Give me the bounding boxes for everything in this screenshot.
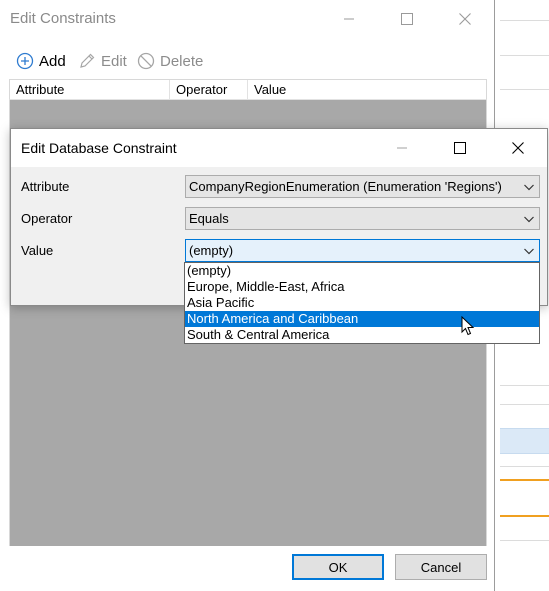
attribute-select-value: CompanyRegionEnumeration (Enumeration 'R… [189,179,502,194]
close-icon [512,142,524,154]
plus-circle-icon [16,52,34,70]
close-button[interactable] [436,0,494,38]
edit-button[interactable]: Edit [78,50,127,72]
column-header-value[interactable]: Value [248,80,486,100]
chevron-down-icon [524,248,534,255]
delete-label: Delete [160,52,204,70]
value-select[interactable]: (empty) [185,239,540,262]
dialog-minimize-button[interactable] [373,129,431,167]
chevron-down-icon [524,184,534,191]
dialog-close-button[interactable] [489,129,547,167]
dropdown-option[interactable]: Europe, Middle-East, Africa [185,279,539,295]
dropdown-option[interactable]: (empty) [185,263,539,279]
divider [500,20,549,21]
divider [500,89,549,90]
divider [500,385,549,386]
value-dropdown-list: (empty) Europe, Middle-East, Africa Asia… [184,262,540,344]
delete-button[interactable]: Delete [137,50,203,72]
orange-line [500,515,549,517]
dropdown-option-selected[interactable]: North America and Caribbean [185,311,539,327]
maximize-icon [454,142,466,154]
dropdown-option[interactable]: South & Central America [185,327,539,343]
minimize-icon [344,18,354,20]
chevron-down-icon [524,216,534,223]
add-label: Add [39,52,66,70]
operator-select[interactable]: Equals [185,207,540,230]
maximize-button[interactable] [378,0,436,38]
column-header-attribute[interactable]: Attribute [10,80,170,100]
divider [500,540,549,541]
minimize-icon [397,147,407,149]
toolbar: Add Edit Delete [0,46,494,76]
dropdown-option[interactable]: Asia Pacific [185,295,539,311]
maximize-icon [401,13,413,25]
divider [500,404,549,405]
pencil-icon [80,53,95,68]
dialog-title: Edit Database Constraint [21,140,177,156]
minimize-button[interactable] [320,0,378,38]
window-titlebar: Edit Constraints [0,0,494,38]
value-select-value: (empty) [189,243,234,258]
attribute-label: Attribute [21,179,70,194]
prohibit-icon [137,52,155,70]
background-selected-row [500,428,549,454]
divider [500,55,549,56]
ok-button[interactable]: OK [292,554,384,580]
constraints-list-header: Attribute Operator Value [9,79,487,100]
value-label: Value [21,243,54,258]
cancel-button[interactable]: Cancel [395,554,487,580]
add-button[interactable]: Add [16,50,66,72]
dialog-titlebar: Edit Database Constraint [11,129,547,167]
attribute-select[interactable]: CompanyRegionEnumeration (Enumeration 'R… [185,175,540,198]
operator-label: Operator [21,211,73,226]
divider [500,466,549,467]
edit-label: Edit [101,52,127,70]
orange-line [500,479,549,481]
close-icon [459,13,471,25]
operator-select-value: Equals [189,211,229,226]
window-title: Edit Constraints [10,10,116,27]
dialog-maximize-button[interactable] [431,129,489,167]
column-header-operator[interactable]: Operator [170,80,248,100]
mouse-pointer-icon [461,316,475,336]
